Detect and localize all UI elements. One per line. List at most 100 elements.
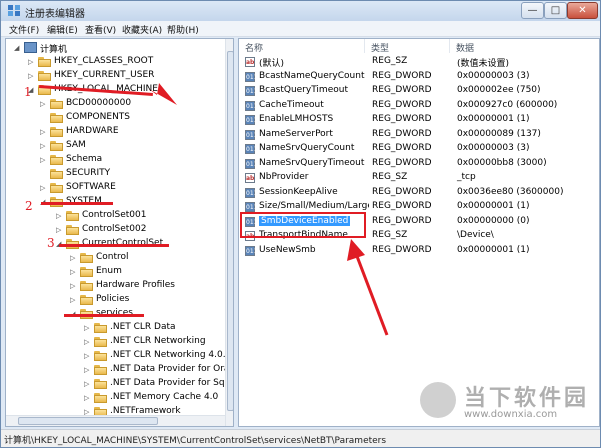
close-button[interactable]: ✕: [567, 2, 598, 19]
value-name: NameSrvQueryCount: [259, 143, 355, 153]
folder-icon: [50, 113, 63, 123]
scroll-thumb[interactable]: [227, 51, 233, 411]
scroll-thumb[interactable]: [18, 417, 158, 425]
column-header-name[interactable]: 名称: [239, 39, 365, 54]
expand-icon[interactable]: ▷: [84, 338, 92, 346]
value-row[interactable]: ab (默认) REG_SZ (数值未设置): [239, 55, 599, 69]
expand-icon[interactable]: ▷: [70, 268, 78, 276]
value-row[interactable]: 011 SessionKeepAlive REG_DWORD 0x0036ee80 (…: [239, 186, 599, 200]
binary-value-icon: 011: [245, 144, 258, 154]
value-data: 0x00000000 (0): [457, 215, 530, 226]
value-name: BcastQueryTimeout: [259, 85, 348, 95]
highlight-box: [240, 212, 366, 238]
value-row[interactable]: 011 UseNewSmb REG_DWORD 0x00000001 (1): [239, 244, 599, 258]
status-path: 计算机\HKEY_LOCAL_MACHINE\SYSTEM\CurrentCon…: [4, 436, 387, 446]
folder-icon: [38, 71, 51, 81]
menu-edit[interactable]: 编辑(E): [47, 23, 78, 36]
value-type: REG_DWORD: [372, 99, 432, 110]
value-type: REG_DWORD: [372, 128, 432, 139]
folder-icon: [66, 225, 79, 235]
expand-icon[interactable]: ▷: [40, 142, 48, 150]
folder-icon: [94, 323, 107, 333]
value-row[interactable]: ab NbProvider REG_SZ _tcp: [239, 171, 599, 185]
folder-icon: [50, 99, 63, 109]
value-name: (默认): [259, 59, 285, 69]
expand-icon[interactable]: ▷: [40, 128, 48, 136]
collapse-icon[interactable]: ◢: [14, 44, 22, 52]
folder-icon: [50, 127, 63, 137]
annotation-underline: [41, 202, 113, 205]
tree-item-label: ControlSet001: [82, 210, 147, 220]
tree-item-label: .NET Data Provider for Oracle: [110, 364, 234, 374]
annotation-marker-1: 1: [24, 85, 32, 99]
menu-file[interactable]: 文件(F): [9, 23, 39, 36]
string-value-icon: ab: [245, 57, 255, 67]
minimize-button[interactable]: —: [521, 2, 544, 19]
value-data: 0x000002ee (750): [457, 85, 541, 95]
expand-icon[interactable]: ▷: [84, 394, 92, 402]
binary-value-icon: 011: [245, 100, 258, 111]
tree-vertical-scrollbar[interactable]: [225, 39, 233, 426]
menu-view[interactable]: 查看(V): [85, 23, 116, 36]
value-name: CacheTimeout: [259, 99, 324, 110]
expand-icon[interactable]: ▷: [70, 282, 78, 290]
expand-icon[interactable]: ▷: [56, 212, 64, 220]
tree-item-label: .NET CLR Data: [110, 322, 176, 332]
value-type: REG_DWORD: [372, 215, 432, 226]
value-row[interactable]: 011 EnableLMHOSTS REG_DWORD 0x00000001 (1): [239, 113, 599, 127]
value-row[interactable]: 011 NameSrvQueryTimeout REG_DWORD 0x00000bb…: [239, 157, 599, 171]
expand-icon[interactable]: ▷: [70, 254, 78, 262]
value-type: REG_DWORD: [372, 201, 432, 211]
value-name: BcastNameQueryCount: [259, 70, 365, 81]
column-header-data[interactable]: 数据: [450, 39, 599, 54]
expand-icon[interactable]: ▷: [28, 72, 36, 80]
folder-icon: [50, 183, 63, 193]
maximize-button[interactable]: □: [544, 2, 567, 19]
value-data: (数值未设置): [457, 59, 510, 69]
value-data: \Device\: [457, 230, 494, 240]
value-row[interactable]: 011 NameServerPort REG_DWORD 0x00000089 (13…: [239, 128, 599, 142]
expand-icon[interactable]: ▷: [70, 296, 78, 304]
value-type: REG_SZ: [372, 172, 408, 182]
value-type: REG_SZ: [372, 56, 408, 66]
expand-icon[interactable]: ▷: [84, 324, 92, 332]
value-type: REG_DWORD: [372, 85, 432, 95]
folder-icon: [94, 393, 107, 403]
value-row[interactable]: 011 NameSrvQueryCount REG_DWORD 0x00000003 …: [239, 142, 599, 156]
expand-icon[interactable]: ▷: [28, 58, 36, 66]
folder-icon: [80, 267, 93, 277]
value-row[interactable]: 011 BcastQueryTimeout REG_DWORD 0x000002ee …: [239, 84, 599, 98]
menu-help[interactable]: 帮助(H): [167, 23, 199, 36]
watermark-logo: [420, 382, 456, 418]
value-type: REG_DWORD: [372, 186, 432, 197]
expand-icon[interactable]: ▷: [40, 184, 48, 192]
title-bar[interactable]: 注册表编辑器 — □ ✕: [1, 1, 600, 21]
value-data: 0x0036ee80 (3600000): [457, 186, 564, 197]
menu-favorites[interactable]: 收藏夹(A): [122, 23, 162, 36]
value-data: 0x00000003 (3): [457, 70, 530, 81]
binary-value-icon: 011: [245, 245, 258, 256]
column-header-type[interactable]: 类型: [365, 39, 450, 54]
expand-icon[interactable]: ▷: [40, 100, 48, 108]
expand-icon[interactable]: ▷: [84, 366, 92, 374]
folder-icon: [94, 337, 107, 347]
expand-icon[interactable]: ▷: [84, 380, 92, 388]
watermark-url: www.downxia.com: [464, 409, 558, 420]
tree-horizontal-scrollbar[interactable]: [6, 415, 225, 426]
registry-app-icon: [8, 5, 20, 16]
value-type: REG_DWORD: [372, 143, 432, 153]
computer-icon: [24, 42, 37, 53]
tree-item-label: ControlSet002: [82, 224, 147, 234]
folder-icon: [38, 57, 51, 67]
binary-value-icon: 011: [245, 86, 258, 96]
value-row[interactable]: 011 BcastNameQueryCount REG_DWORD 0x0000000…: [239, 70, 599, 84]
expand-icon[interactable]: ▷: [84, 352, 92, 360]
folder-icon: [80, 253, 93, 263]
value-name: EnableLMHOSTS: [259, 114, 334, 124]
expand-icon[interactable]: ▷: [40, 156, 48, 164]
folder-icon: [50, 169, 63, 179]
tree-item-label: Control: [96, 252, 129, 262]
value-row[interactable]: 011 CacheTimeout REG_DWORD 0x000927c0 (6000…: [239, 99, 599, 113]
registry-tree[interactable]: ◢ 计算机 ▷ HKEY_CLASSES_ROOT ▷ HKEY_CURRENT_US…: [5, 38, 234, 427]
expand-icon[interactable]: ▷: [56, 226, 64, 234]
